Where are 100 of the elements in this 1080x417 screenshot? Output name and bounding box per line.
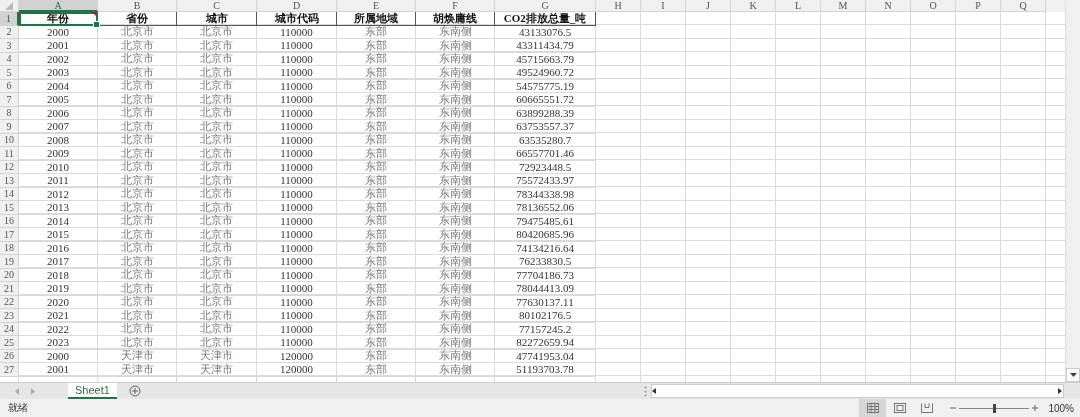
row-header[interactable]: 11 [0, 147, 19, 161]
row-header[interactable]: 21 [0, 282, 19, 296]
table-cell: 63753557.37 [495, 120, 596, 134]
column-header[interactable]: Q [1001, 0, 1046, 12]
zoom-slider-thumb[interactable] [993, 403, 997, 413]
row-header[interactable]: 23 [0, 309, 19, 323]
table-cell: 110000 [257, 160, 337, 174]
table-cell: 北京市 [177, 322, 257, 336]
table-cell: 110000 [257, 187, 337, 201]
row-header[interactable]: 19 [0, 255, 19, 269]
previous-sheet-icon [14, 387, 20, 395]
column-header[interactable]: M [821, 0, 866, 12]
table-cell: 东南侧 [416, 25, 495, 39]
page-break-icon [920, 403, 933, 413]
table-cell: 东部 [337, 241, 416, 255]
table-cell: 2022 [19, 322, 98, 336]
table-cell: 北京市 [98, 187, 177, 201]
column-header[interactable]: K [731, 0, 776, 12]
column-header[interactable]: O [911, 0, 956, 12]
table-cell: 东部 [337, 66, 416, 80]
row-header[interactable]: 9 [0, 120, 19, 134]
zoom-level: 100% [1048, 402, 1074, 414]
table-cell: 东部 [337, 52, 416, 66]
table-cell: 45715663.79 [495, 52, 596, 66]
table-cell: 51193703.78 [495, 363, 596, 377]
table-cell: 东部 [337, 268, 416, 282]
column-header[interactable]: B [98, 0, 177, 12]
status-text: 就绪 [7, 401, 28, 415]
sheet-tab[interactable]: Sheet1 [68, 383, 117, 400]
scroll-down-button[interactable] [1066, 368, 1080, 383]
row-header[interactable]: 3 [0, 39, 19, 53]
table-cell: 110000 [257, 255, 337, 269]
table-cell: 东部 [337, 120, 416, 134]
table-cell: 东部 [337, 336, 416, 350]
column-header[interactable]: L [776, 0, 821, 12]
column-header[interactable]: I [641, 0, 686, 12]
table-cell: 北京市 [98, 79, 177, 93]
table-cell: 北京市 [177, 106, 257, 120]
table-cell: 北京市 [98, 255, 177, 269]
minus-icon [950, 405, 957, 411]
column-header[interactable]: D [257, 0, 337, 12]
table-cell: 北京市 [98, 52, 177, 66]
plus-icon [128, 385, 141, 398]
table-cell: 东部 [337, 79, 416, 93]
table-cell: 110000 [257, 39, 337, 53]
table-cell: 2010 [19, 160, 98, 174]
column-header[interactable]: H [596, 0, 641, 12]
vertical-scrollbar[interactable] [1065, 0, 1080, 383]
row-header[interactable]: 15 [0, 201, 19, 215]
column-header[interactable]: J [686, 0, 731, 12]
table-cell: 北京市 [177, 147, 257, 161]
table-cell: 2002 [19, 52, 98, 66]
table-cell: 2011 [19, 174, 98, 188]
table-cell: 东南侧 [416, 39, 495, 53]
table-cell: 2008 [19, 133, 98, 147]
table-cell: 63899288.39 [495, 106, 596, 120]
table-cell: 北京市 [177, 309, 257, 323]
table-cell: 东南侧 [416, 106, 495, 120]
table-cell: 东南侧 [416, 336, 495, 350]
column-header[interactable]: A [19, 0, 98, 12]
horizontal-scrollbar[interactable] [651, 384, 1064, 399]
table-cell: 北京市 [177, 25, 257, 39]
table-cell: 120000 [257, 363, 337, 377]
column-header[interactable]: N [866, 0, 911, 12]
table-cell: 北京市 [98, 93, 177, 107]
row-header[interactable]: 7 [0, 93, 19, 107]
column-header[interactable]: G [495, 0, 596, 12]
table-cell: 49524960.72 [495, 66, 596, 80]
column-title-cell: CO2排放总量_吨 [495, 12, 596, 26]
row-header[interactable]: 25 [0, 336, 19, 350]
table-cell: 东南侧 [416, 52, 495, 66]
table-cell: 110000 [257, 268, 337, 282]
row-header[interactable]: 1 [0, 12, 19, 26]
row-header[interactable]: 27 [0, 363, 19, 377]
table-cell: 北京市 [177, 52, 257, 66]
table-cell: 东南侧 [416, 255, 495, 269]
fill-handle[interactable] [93, 20, 100, 28]
table-cell: 东南侧 [416, 214, 495, 228]
column-header[interactable]: E [337, 0, 416, 12]
table-cell: 北京市 [98, 106, 177, 120]
table-cell: 110000 [257, 93, 337, 107]
column-header[interactable]: C [177, 0, 257, 12]
add-sheet-button[interactable] [128, 383, 141, 400]
table-cell: 东南侧 [416, 295, 495, 309]
table-cell: 天津市 [98, 349, 177, 363]
column-header[interactable]: P [956, 0, 1001, 12]
table-cell: 北京市 [98, 120, 177, 134]
table-cell: 110000 [257, 201, 337, 215]
column-header[interactable]: F [416, 0, 495, 12]
row-header[interactable]: 13 [0, 174, 19, 188]
table-cell: 北京市 [98, 39, 177, 53]
view-button[interactable] [859, 399, 887, 417]
table-cell: 2005 [19, 93, 98, 107]
table-cell: 东部 [337, 93, 416, 107]
row-header[interactable]: 17 [0, 228, 19, 242]
table-cell: 2021 [19, 309, 98, 323]
table-cell: 东部 [337, 282, 416, 296]
table-cell: 东部 [337, 309, 416, 323]
row-header[interactable]: 5 [0, 66, 19, 80]
table-cell: 天津市 [177, 363, 257, 377]
